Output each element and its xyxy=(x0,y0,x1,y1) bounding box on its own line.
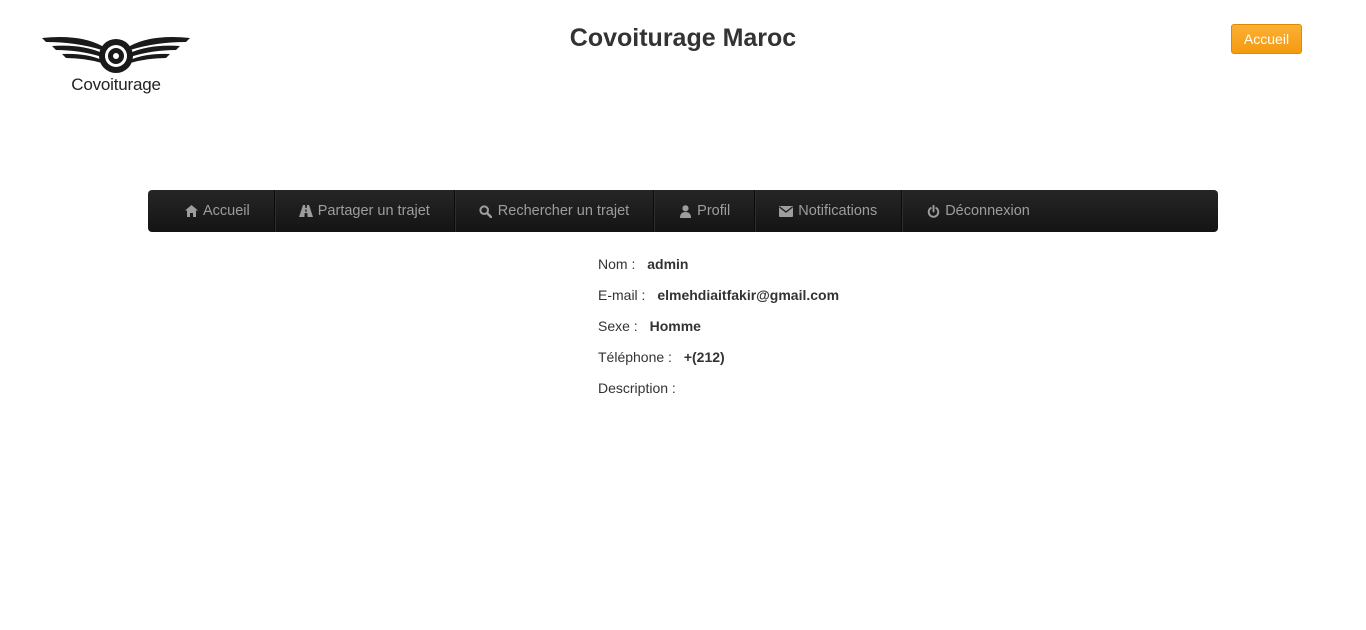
nav-label: Partager un trajet xyxy=(317,203,430,219)
nav-item-home[interactable]: Accueil xyxy=(160,190,275,232)
nav-label: Profil xyxy=(697,203,731,219)
phone-value: +(212) xyxy=(683,349,725,365)
name-label: Nom : xyxy=(598,256,636,272)
nav-label: Notifications xyxy=(798,203,878,219)
description-label: Description : xyxy=(598,380,676,396)
user-icon xyxy=(678,204,692,218)
profile-details: Nom : admin E-mail : elmehdiaitfakir@gma… xyxy=(598,254,839,409)
phone-label: Téléphone : xyxy=(598,349,672,365)
profile-row-name: Nom : admin xyxy=(598,254,839,285)
nav-label: Accueil xyxy=(203,203,250,219)
email-label: E-mail : xyxy=(598,287,646,303)
logo-text: Covoiturage xyxy=(71,75,161,94)
nav-item-notifications[interactable]: Notifications xyxy=(755,190,903,232)
name-value: admin xyxy=(647,256,689,272)
envelope-icon xyxy=(779,204,794,218)
page: Covoiturage Covoiturage Maroc Accueil Ac… xyxy=(0,0,1366,630)
main-navbar: Accueil Partager un trajet Rechercher un… xyxy=(148,190,1218,232)
sex-value: Homme xyxy=(649,318,701,334)
nav-item-share-trip[interactable]: Partager un trajet xyxy=(275,190,455,232)
profile-row-email: E-mail : elmehdiaitfakir@gmail.com xyxy=(598,285,839,316)
profile-row-sex: Sexe : Homme xyxy=(598,316,839,347)
nav-item-profile[interactable]: Profil xyxy=(654,190,756,232)
nav-item-logout[interactable]: Déconnexion xyxy=(902,190,1054,232)
home-icon xyxy=(184,204,198,218)
site-title: Covoiturage Maroc xyxy=(569,24,797,52)
email-value: elmehdiaitfakir@gmail.com xyxy=(657,287,840,303)
nav-label: Rechercher un trajet xyxy=(497,203,630,219)
power-icon xyxy=(926,204,940,218)
profile-row-description: Description : xyxy=(598,378,839,409)
nav-label: Déconnexion xyxy=(945,203,1030,219)
nav-item-search-trip[interactable]: Rechercher un trajet xyxy=(455,190,655,232)
search-icon xyxy=(479,204,493,218)
road-icon xyxy=(298,204,313,218)
profile-row-phone: Téléphone : +(212) xyxy=(598,347,839,378)
sex-label: Sexe : xyxy=(598,318,638,334)
home-button[interactable]: Accueil xyxy=(1231,24,1302,54)
